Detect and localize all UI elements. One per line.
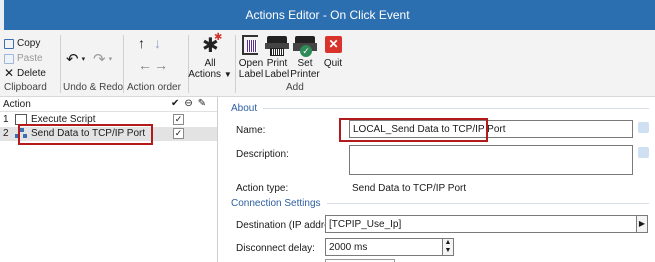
highlight-box: [339, 118, 488, 142]
arrow-left-icon: ←: [138, 57, 152, 73]
ribbon-separator: [235, 35, 236, 93]
action-column-header: Action: [3, 99, 31, 110]
enabled-checkbox[interactable]: ✓: [173, 128, 184, 139]
window-title: Actions Editor - On Click Event: [245, 8, 410, 22]
paste-label: Paste: [17, 53, 43, 64]
print-label-button[interactable]: Print Label: [264, 34, 290, 80]
delay-spinner[interactable]: ▲ ▼: [442, 238, 454, 256]
action-order-group-label: Action order: [127, 82, 181, 93]
set-printer-button[interactable]: ✓ Set Printer: [290, 34, 320, 80]
move-left-button[interactable]: ←: [138, 58, 152, 72]
about-title-text: About: [231, 103, 258, 114]
edit-column-icon: ✎: [197, 98, 207, 109]
section-divider: [326, 203, 649, 204]
disconnect-delay-label: Disconnect delay:: [236, 243, 315, 254]
redo-icon: ↷: [93, 51, 106, 68]
all-actions-label-1: All: [204, 58, 216, 69]
all-actions-label-row: Actions ▼: [188, 69, 232, 80]
print-label-text-1: Print: [266, 58, 288, 69]
spin-up-icon: ▲: [444, 239, 452, 246]
open-label-text-1: Open: [238, 58, 264, 69]
open-label-icon: [238, 34, 264, 56]
play-arrow-icon: ▶: [638, 219, 646, 228]
spin-down-icon: ▼: [444, 247, 452, 254]
move-up-button[interactable]: ↑: [138, 36, 145, 50]
dropdown-arrow-icon: ▼: [223, 70, 232, 79]
destination-field[interactable]: [TCPIP_Use_Ip]: [325, 215, 637, 233]
title-bar: Actions Editor - On Click Event: [0, 0, 655, 30]
arrow-down-icon: ↓: [154, 35, 161, 51]
condition-column-icon: ⊖: [184, 98, 193, 109]
header-icons: ✔ ⊖ ✎: [171, 98, 206, 109]
action-type-label: Action type:: [236, 183, 289, 194]
delete-label: Delete: [17, 67, 46, 79]
arrow-right-icon: →: [154, 57, 168, 73]
open-label-button[interactable]: Open Label: [238, 34, 264, 80]
insert-variable-button[interactable]: ▶: [636, 215, 648, 233]
enabled-column-icon: ✔: [171, 98, 180, 109]
name-label: Name:: [236, 125, 266, 136]
move-down-button[interactable]: ↓: [154, 36, 161, 50]
paste-icon: [4, 53, 14, 64]
section-divider: [263, 108, 649, 109]
row-number: 2: [3, 128, 9, 139]
set-printer-icon: ✓: [292, 34, 318, 57]
about-section-title: About: [231, 103, 649, 114]
quit-button[interactable]: ✕ Quit: [320, 34, 346, 69]
ribbon: Copy Paste ✕ Delete Clipboard ↶ ▾ ↷ ▾ Un…: [0, 30, 655, 97]
undo-redo-group-label: Undo & Redo: [63, 82, 124, 93]
copy-button[interactable]: Copy: [4, 38, 40, 49]
window-edge: [0, 0, 4, 30]
delete-button[interactable]: ✕ Delete: [4, 67, 46, 79]
action-list-pane: Action ✔ ⊖ ✎ 1 Execute Script ✓ 2 Send D…: [0, 97, 218, 262]
add-group-label: Add: [286, 82, 304, 93]
description-field[interactable]: [349, 145, 633, 175]
undo-button[interactable]: ↶ ▾: [66, 52, 85, 67]
move-right-button[interactable]: →: [154, 58, 168, 72]
open-label-text-2: Label: [238, 69, 264, 80]
highlight-box: [18, 124, 153, 145]
action-list-header: Action ✔ ⊖ ✎: [0, 97, 217, 112]
print-label-text-2: Label: [264, 69, 290, 80]
undo-dropdown-icon: ▾: [81, 56, 86, 63]
delete-icon: ✕: [4, 66, 15, 80]
copy-label: Copy: [17, 38, 41, 49]
redo-button[interactable]: ↷ ▾: [93, 52, 112, 67]
enabled-checkbox[interactable]: ✓: [173, 114, 184, 125]
all-actions-button[interactable]: ✱ ✱ All Actions ▼: [188, 32, 232, 80]
ribbon-separator: [123, 35, 124, 93]
info-icon: [638, 122, 649, 133]
set-printer-text-2: Printer: [290, 69, 320, 80]
paste-button[interactable]: Paste: [4, 53, 43, 64]
description-label: Description:: [236, 149, 289, 160]
disconnect-delay-field[interactable]: 2000 ms: [325, 238, 443, 256]
ribbon-separator: [188, 35, 189, 93]
gears-icon: ✱ ✱: [202, 32, 223, 57]
set-printer-text-1: Set: [297, 58, 313, 69]
redo-dropdown-icon: ▾: [108, 56, 113, 63]
quit-label: Quit: [323, 58, 343, 69]
info-icon: [638, 147, 649, 158]
connection-section-title: Connection Settings: [231, 198, 649, 209]
copy-icon: [4, 38, 14, 49]
close-icon: ✕: [320, 34, 346, 56]
undo-icon: ↶: [66, 51, 79, 68]
connection-title-text: Connection Settings: [231, 198, 321, 209]
ribbon-separator: [60, 35, 61, 93]
row-number: 1: [3, 114, 9, 125]
clipboard-group-label: Clipboard: [4, 82, 47, 93]
properties-pane: About Name: LOCAL_Send Data to TCP/IP Po…: [219, 97, 655, 262]
arrow-up-icon: ↑: [138, 35, 145, 51]
all-actions-label-2: Actions: [188, 69, 222, 80]
printer-icon: [264, 34, 290, 56]
action-type-value: Send Data to TCP/IP Port: [352, 183, 467, 194]
